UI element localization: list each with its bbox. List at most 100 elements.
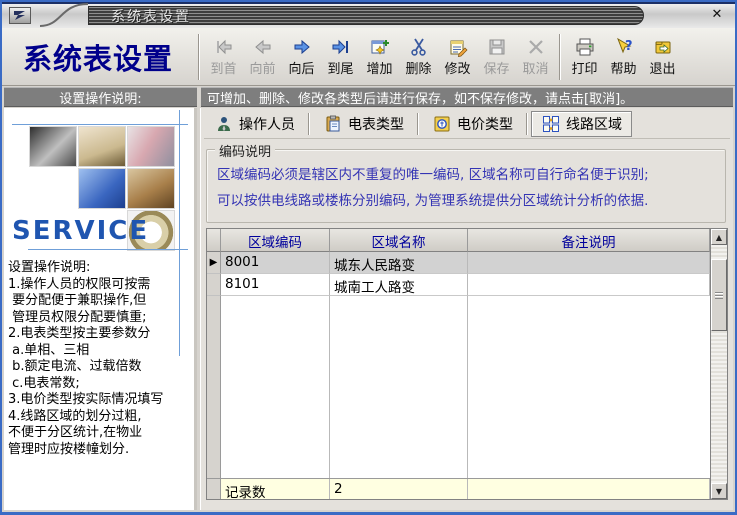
exit-icon bbox=[652, 36, 674, 58]
scroll-down-button[interactable]: ▼ bbox=[711, 483, 727, 499]
help-label: 帮助 bbox=[610, 58, 636, 77]
table-header-row: 区域编码 区域名称 备注说明 bbox=[207, 229, 710, 252]
photo-keyboard bbox=[78, 168, 126, 209]
tab-separator bbox=[308, 113, 310, 135]
tab-line-areas-label: 线路区域 bbox=[566, 114, 622, 134]
photo-pen bbox=[78, 126, 126, 167]
tab-meter-types[interactable]: 电表类型 bbox=[313, 111, 414, 137]
notice-text: 可增加、删除、修改各类型后请进行保存，如不保存修改，请点击[取消]。 bbox=[207, 88, 633, 107]
add-record-label: 增加 bbox=[366, 58, 392, 77]
close-button[interactable]: ✕ bbox=[707, 7, 727, 24]
cancel-label: 取消 bbox=[522, 58, 548, 77]
prev-record-icon bbox=[252, 36, 274, 58]
service-collage-image: SERVICE bbox=[4, 108, 194, 256]
last-record-icon bbox=[330, 36, 352, 58]
groupbox-title: 编码说明 bbox=[215, 141, 275, 160]
delete-scissors-icon bbox=[408, 36, 430, 58]
help-button[interactable]: ? 帮助 bbox=[604, 32, 643, 82]
main-toolbar: 系统表设置 到首 向前 向后 到尾 bbox=[2, 28, 735, 86]
groupbox-line-2: 可以按供电线路或楼栋分别编码, 为管理系统提供分区域统计分析的依据. bbox=[217, 188, 719, 214]
collage-line bbox=[28, 249, 188, 250]
save-label: 保存 bbox=[483, 58, 509, 77]
area-table: 区域编码 区域名称 备注说明 ▶ 8001 城东人民路变 8101 城南工人路变 bbox=[206, 228, 728, 500]
groupbox-line-1: 区域编码必须是辖区内不重复的唯一编码, 区域名称可自行命名便于识别; bbox=[217, 162, 719, 188]
table-row[interactable]: 8101 城南工人路变 bbox=[207, 274, 710, 296]
sidebar-header-label: 设置操作说明: bbox=[59, 88, 141, 107]
photo-book bbox=[127, 168, 175, 209]
tab-operators-label: 操作人员 bbox=[239, 114, 295, 134]
save-disk-icon bbox=[486, 36, 508, 58]
print-label: 打印 bbox=[571, 58, 597, 77]
title-bar: 系统表设置 ✕ bbox=[2, 2, 735, 28]
service-text: SERVICE bbox=[12, 216, 149, 246]
cell-area-code[interactable]: 8001 bbox=[221, 252, 330, 274]
column-header-note[interactable]: 备注说明 bbox=[468, 229, 710, 252]
cell-area-name[interactable]: 城东人民路变 bbox=[330, 252, 468, 274]
empty-cell bbox=[468, 296, 710, 478]
cell-area-note[interactable] bbox=[468, 274, 710, 296]
prev-record-label: 向前 bbox=[249, 58, 275, 77]
record-count-value: 2 bbox=[330, 479, 468, 499]
scrollbar-thumb[interactable] bbox=[711, 259, 727, 331]
save-button[interactable]: 保存 bbox=[477, 32, 516, 82]
cancel-button[interactable]: 取消 bbox=[516, 32, 555, 82]
svg-text:?: ? bbox=[625, 39, 633, 54]
cell-area-name[interactable]: 城南工人路变 bbox=[330, 274, 468, 296]
table-row[interactable]: ▶ 8001 城东人民路变 bbox=[207, 252, 710, 274]
first-record-label: 到首 bbox=[210, 58, 236, 77]
cancel-x-icon bbox=[525, 36, 547, 58]
tab-meter-types-label: 电表类型 bbox=[348, 114, 404, 134]
edit-record-label: 修改 bbox=[444, 58, 470, 77]
printer-icon bbox=[574, 36, 596, 58]
app-logo-icon bbox=[9, 7, 31, 24]
prev-record-button[interactable]: 向前 bbox=[243, 32, 282, 82]
sidebar: SERVICE 设置操作说明: 1.操作人员的权限可按需 要分配便于兼职操作,但… bbox=[4, 108, 197, 510]
scroll-up-button[interactable]: ▲ bbox=[711, 229, 727, 245]
empty-cell bbox=[330, 296, 468, 478]
notice-bar: 可增加、删除、修改各类型后请进行保存，如不保存修改，请点击[取消]。 bbox=[201, 87, 733, 107]
tab-price-types[interactable]: 电价类型 bbox=[422, 111, 523, 137]
next-record-icon bbox=[291, 36, 313, 58]
scrollbar-track[interactable] bbox=[711, 245, 727, 483]
delete-record-button[interactable]: 删除 bbox=[399, 32, 438, 82]
last-record-button[interactable]: 到尾 bbox=[321, 32, 360, 82]
collage-line bbox=[12, 124, 188, 125]
record-count-label: 记录数 bbox=[221, 479, 330, 499]
add-record-button[interactable]: 增加 bbox=[360, 32, 399, 82]
toolbar-separator bbox=[559, 34, 561, 80]
row-indicator bbox=[207, 274, 221, 296]
tab-line-areas[interactable]: 线路区域 bbox=[531, 111, 632, 137]
window-title: 系统表设置 bbox=[89, 6, 191, 26]
row-selected-marker: ▶ bbox=[207, 252, 221, 274]
price-type-icon bbox=[432, 114, 452, 134]
next-record-button[interactable]: 向后 bbox=[282, 32, 321, 82]
first-record-icon bbox=[213, 36, 235, 58]
footer-empty-cell bbox=[468, 479, 710, 499]
tab-separator bbox=[526, 113, 528, 135]
tab-separator bbox=[417, 113, 419, 135]
column-header-code[interactable]: 区域编码 bbox=[221, 229, 330, 252]
help-cursor-icon: ? bbox=[613, 36, 635, 58]
first-record-button[interactable]: 到首 bbox=[204, 32, 243, 82]
cell-area-note[interactable] bbox=[468, 252, 710, 274]
exit-button[interactable]: 退出 bbox=[643, 32, 682, 82]
titlebar-curve-decoration bbox=[32, 2, 92, 28]
tab-operators[interactable]: 操作人员 bbox=[204, 111, 305, 137]
code-description-groupbox: 编码说明 区域编码必须是辖区内不重复的唯一编码, 区域名称可自行命名便于识别; … bbox=[206, 149, 726, 223]
operator-icon bbox=[214, 114, 234, 134]
table-footer-row: 记录数 2 bbox=[207, 478, 710, 499]
table-empty-area bbox=[207, 296, 710, 478]
column-header-name[interactable]: 区域名称 bbox=[330, 229, 468, 252]
titlebar-stripe-band: 系统表设置 bbox=[88, 6, 644, 25]
row-indicator bbox=[207, 296, 221, 478]
delete-record-label: 删除 bbox=[405, 58, 431, 77]
edit-record-button[interactable]: 修改 bbox=[438, 32, 477, 82]
cell-area-code[interactable]: 8101 bbox=[221, 274, 330, 296]
table-vertical-scrollbar[interactable]: ▲ ▼ bbox=[710, 229, 727, 499]
print-button[interactable]: 打印 bbox=[565, 32, 604, 82]
instructions-text: 设置操作说明: 1.操作人员的权限可按需 要分配便于兼职操作,但 管理员权限分配… bbox=[8, 260, 194, 510]
sidebar-header: 设置操作说明: bbox=[4, 87, 197, 107]
next-record-label: 向后 bbox=[288, 58, 314, 77]
add-record-icon bbox=[369, 36, 391, 58]
tab-price-types-label: 电价类型 bbox=[457, 114, 513, 134]
